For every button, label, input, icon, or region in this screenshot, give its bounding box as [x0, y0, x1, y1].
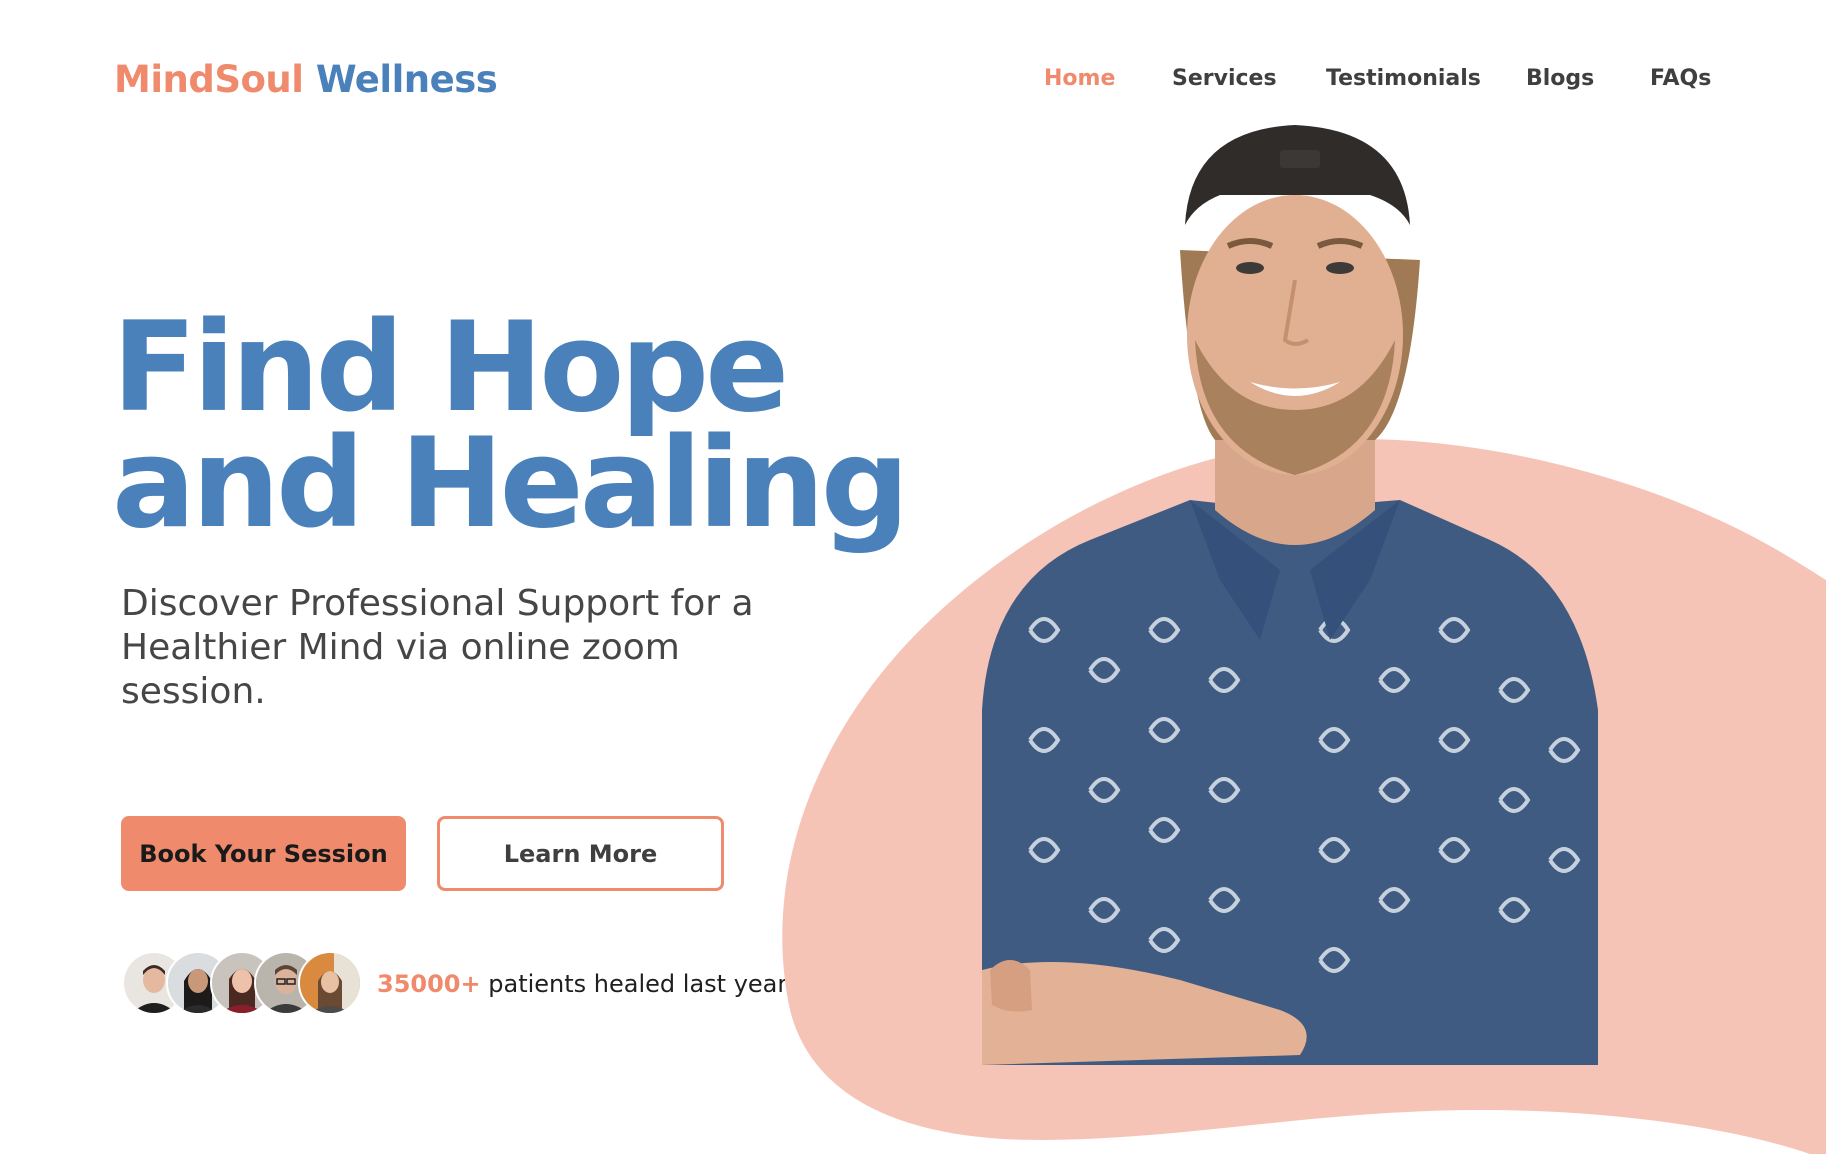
main-nav: Home Services Testimonials Blogs FAQs	[1044, 66, 1711, 106]
learn-more-button[interactable]: Learn More	[437, 816, 724, 891]
hero-image	[760, 110, 1826, 1154]
hero-subtext: Discover Professional Support for a Heal…	[121, 583, 754, 712]
person-figure	[982, 125, 1598, 1065]
brand-name-part2: Wellness	[315, 58, 498, 101]
landing-page: MindSoul Wellness Home Services Testimon…	[0, 0, 1826, 1154]
patient-avatar	[298, 951, 362, 1015]
brand-logo[interactable]: MindSoul Wellness	[114, 58, 498, 101]
brand-name-part1: MindSoul	[114, 58, 304, 101]
smiling-man-photo-icon	[782, 125, 1826, 1154]
patients-caption: patients healed last year.	[488, 970, 793, 998]
nav-item-home[interactable]: Home	[1044, 66, 1115, 91]
nav-item-services[interactable]: Services	[1172, 66, 1277, 91]
patient-avatars	[122, 951, 362, 1017]
nav-item-faqs[interactable]: FAQs	[1650, 66, 1711, 91]
book-session-button[interactable]: Book Your Session	[121, 816, 406, 891]
patients-count: 35000+	[377, 970, 481, 998]
nav-item-testimonials[interactable]: Testimonials	[1326, 66, 1481, 91]
nav-item-blogs[interactable]: Blogs	[1526, 66, 1594, 91]
patients-healed-text: 35000+ patients healed last year.	[377, 970, 793, 998]
